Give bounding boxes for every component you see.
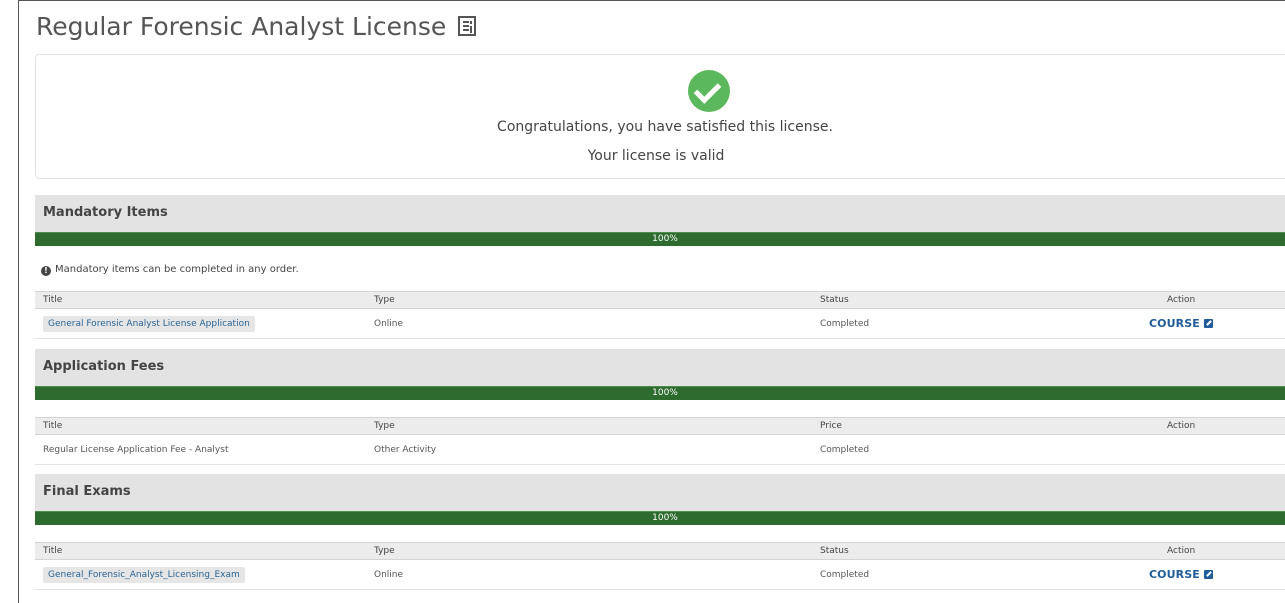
table-header-final-exams: Title Type Status Action [35, 542, 1285, 560]
row-action-cell: COURSE [1149, 560, 1213, 589]
mandatory-order-note-text: Mandatory items can be completed in any … [55, 264, 299, 275]
progress-bar-application-fees: 100% [35, 386, 1285, 400]
course-button[interactable]: COURSE [1149, 568, 1213, 581]
column-header-title: Title [43, 295, 63, 305]
column-header-price: Price [820, 421, 842, 431]
column-header-action: Action [1167, 421, 1196, 431]
license-validity-text: Your license is valid [587, 148, 725, 164]
mandatory-order-note: ! Mandatory items can be completed in any… [41, 264, 299, 276]
course-title-link[interactable]: General Forensic Analyst License Applica… [43, 315, 255, 332]
check-circle-icon [688, 70, 730, 112]
row-price-cell: Completed [820, 444, 870, 455]
progress-fill-mandatory-items: 100% [35, 232, 1285, 246]
course-button[interactable]: COURSE [1149, 317, 1213, 330]
row-action-cell: COURSE [1149, 309, 1213, 338]
course-button-label: COURSE [1149, 568, 1200, 581]
column-header-type: Type [374, 295, 395, 305]
edit-icon [1203, 570, 1213, 579]
info-circle-icon: ! [41, 266, 51, 276]
progress-bar-final-exams: 100% [35, 511, 1285, 525]
progress-fill-application-fees: 100% [35, 386, 1285, 400]
row-type-cell: Other Activity [374, 444, 437, 455]
column-header-title: Title [43, 421, 63, 431]
row-title-cell: Regular License Application Fee - Analys… [43, 444, 229, 455]
table-row: Regular License Application Fee - Analys… [35, 435, 1285, 465]
row-type-cell: Online [374, 318, 404, 329]
edit-icon [1203, 319, 1213, 328]
course-button-label: COURSE [1149, 317, 1200, 330]
page-title-text: Regular Forensic Analyst License [36, 12, 447, 41]
congratulations-message: Congratulations, you have satisfied this… [497, 119, 833, 135]
column-header-action: Action [1167, 295, 1196, 305]
column-header-title: Title [43, 546, 63, 556]
license-status-panel: Congratulations, you have satisfied this… [35, 54, 1285, 179]
table-row: General_Forensic_Analyst_Licensing_Exam … [35, 560, 1285, 590]
license-page: Regular Forensic Analyst License Congrat… [18, 0, 1285, 603]
progress-fill-final-exams: 100% [35, 511, 1285, 525]
table-header-application-fees: Title Type Price Action [35, 417, 1285, 435]
column-header-type: Type [374, 546, 395, 556]
table-header-mandatory-items: Title Type Status Action [35, 291, 1285, 309]
table-row: General Forensic Analyst License Applica… [35, 309, 1285, 339]
section-header-final-exams: Final Exams [35, 474, 1285, 512]
course-title-link[interactable]: General_Forensic_Analyst_Licensing_Exam [43, 566, 245, 583]
section-header-mandatory-items: Mandatory Items [35, 195, 1285, 233]
row-status-cell: Completed [820, 318, 870, 329]
column-header-action: Action [1167, 546, 1196, 556]
column-header-status: Status [820, 546, 849, 556]
row-type-cell: Online [374, 569, 404, 580]
section-header-application-fees: Application Fees [35, 349, 1285, 387]
progress-bar-mandatory-items: 100% [35, 232, 1285, 246]
column-header-type: Type [374, 421, 395, 431]
column-header-status: Status [820, 295, 849, 305]
row-status-cell: Completed [820, 569, 870, 580]
row-title-cell: General Forensic Analyst License Applica… [43, 309, 255, 338]
page-title: Regular Forensic Analyst License [36, 12, 477, 41]
list-document-icon [458, 16, 477, 36]
row-title-cell: General_Forensic_Analyst_Licensing_Exam [43, 560, 245, 589]
